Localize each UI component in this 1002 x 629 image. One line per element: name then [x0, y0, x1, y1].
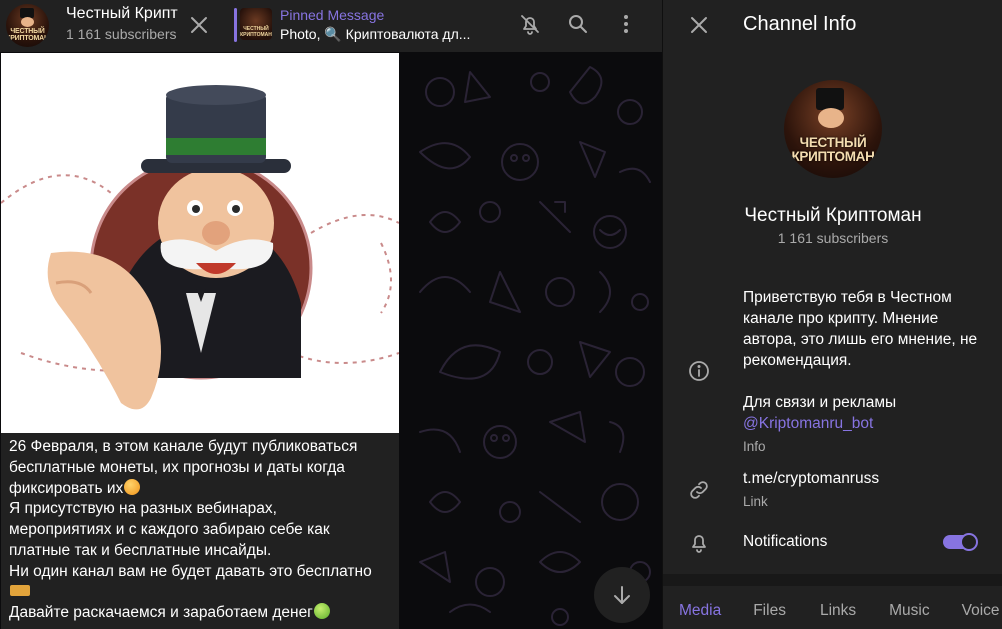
panel-title: Channel Info: [743, 13, 857, 35]
channel-subscribers: 1 161 subscribers: [777, 230, 889, 246]
description-text: Приветствую тебя в Честном канале про кр…: [743, 289, 978, 369]
search-icon[interactable]: [562, 8, 594, 40]
channel-name: Честный Криптоман: [744, 205, 922, 226]
bell-off-icon[interactable]: [514, 8, 546, 40]
channel-subscribers: 1 161 subscribers: [66, 26, 177, 42]
channel-avatar[interactable]: ЧЕСТНЫЙ КРИПТОМАН: [6, 4, 49, 47]
post-line-with-emoji: Давайте раскачаемся и заработаем денег: [9, 603, 391, 624]
chat-header: ЧЕСТНЫЙ КРИПТОМАН Честный Крипт 1 161 su…: [0, 0, 662, 52]
pinned-thumbnail-logo-text: ЧЕСТНЫЙ КРИПТОМАН: [240, 26, 272, 38]
post-line: 26 Февраля, в этом канале будут публиков…: [9, 438, 358, 455]
post-line: мероприятиях и с каждого забираю себе ка…: [9, 521, 330, 539]
chat-column: ЧЕСТНЫЙ КРИПТОМАН Честный Крипт 1 161 su…: [0, 0, 662, 629]
tab-media[interactable]: Media: [679, 586, 721, 629]
info-icon: [685, 357, 713, 385]
avatar-logo-text: ЧЕСТНЫЙ КРИПТОМАН: [791, 135, 875, 164]
post-line-text: Давайте раскачаемся и заработаем денег: [9, 604, 313, 622]
pinned-indicator: [234, 8, 237, 42]
tab-music[interactable]: Music: [889, 586, 929, 629]
scroll-down-button[interactable]: [594, 567, 650, 623]
bitcoin-emoji-icon: [124, 478, 141, 495]
post-line: бесплатные монеты, их прогнозы и даты ко…: [9, 458, 345, 476]
post-line: платные так и бесплатные инсайды.: [9, 541, 272, 559]
channel-info-panel: Channel Info ЧЕСТНЫЙ КРИПТОМАН Честный К…: [662, 0, 1002, 629]
channel-link[interactable]: t.me/cryptomanruss: [743, 470, 879, 488]
vip-ticket-emoji-icon: [10, 584, 30, 596]
avatar-face: [21, 17, 34, 27]
notifications-toggle[interactable]: [943, 533, 978, 551]
pinned-thumbnail[interactable]: ЧЕСТНЫЙ КРИПТОМАН: [240, 8, 272, 40]
post-line-text: фиксировать их: [9, 479, 124, 497]
avatar-face: [818, 108, 844, 128]
channel-description[interactable]: Приветствую тебя в Честном канале про кр…: [743, 287, 983, 434]
pinned-message-title[interactable]: Pinned Message: [280, 7, 384, 23]
toggle-knob: [960, 533, 978, 551]
contact-bot-link[interactable]: @Kriptomanru_bot: [743, 413, 983, 434]
money-face-emoji-icon: [313, 603, 330, 620]
link-caption: Link: [743, 494, 768, 509]
tab-files[interactable]: Files: [753, 586, 786, 629]
avatar-hat: [816, 88, 844, 110]
notifications-label: Notifications: [743, 533, 828, 550]
bell-icon: [685, 528, 713, 556]
close-icon[interactable]: [683, 9, 715, 41]
avatar-logo-text: ЧЕСТНЫЙ КРИПТОМАН: [6, 28, 49, 42]
tab-voice[interactable]: Voice: [962, 586, 1000, 629]
channel-avatar-large[interactable]: ЧЕСТНЫЙ КРИПТОМАН: [784, 80, 882, 178]
tab-links[interactable]: Links: [820, 586, 856, 629]
more-vertical-icon[interactable]: [610, 8, 642, 40]
tabs-divider: [663, 574, 1002, 586]
mascot-illustration: [1, 85, 399, 410]
link-icon: [685, 476, 713, 504]
post-line-with-emoji: фиксировать их: [9, 478, 391, 500]
arrow-down-icon: [614, 586, 630, 604]
shared-media-tabs: Media Files Links Music Voice: [663, 586, 1002, 629]
post-message-text: 26 Февраля, в этом канале будут публиков…: [1, 433, 399, 629]
post-line: Я присутствую на разных вебинарах,: [9, 500, 277, 518]
post-line-with-emoji: [9, 583, 391, 604]
description-caption: Info: [743, 439, 766, 454]
pinned-message-preview[interactable]: Photo, 🔍 Криптовалюта дл...: [280, 26, 480, 43]
post-line: Ни один канал вам не будет давать это бе…: [9, 562, 372, 580]
post-image[interactable]: [1, 53, 399, 433]
close-icon[interactable]: [184, 10, 214, 40]
contact-label: Для связи и рекламы: [743, 394, 897, 411]
channel-title[interactable]: Честный Крипт: [66, 5, 181, 23]
